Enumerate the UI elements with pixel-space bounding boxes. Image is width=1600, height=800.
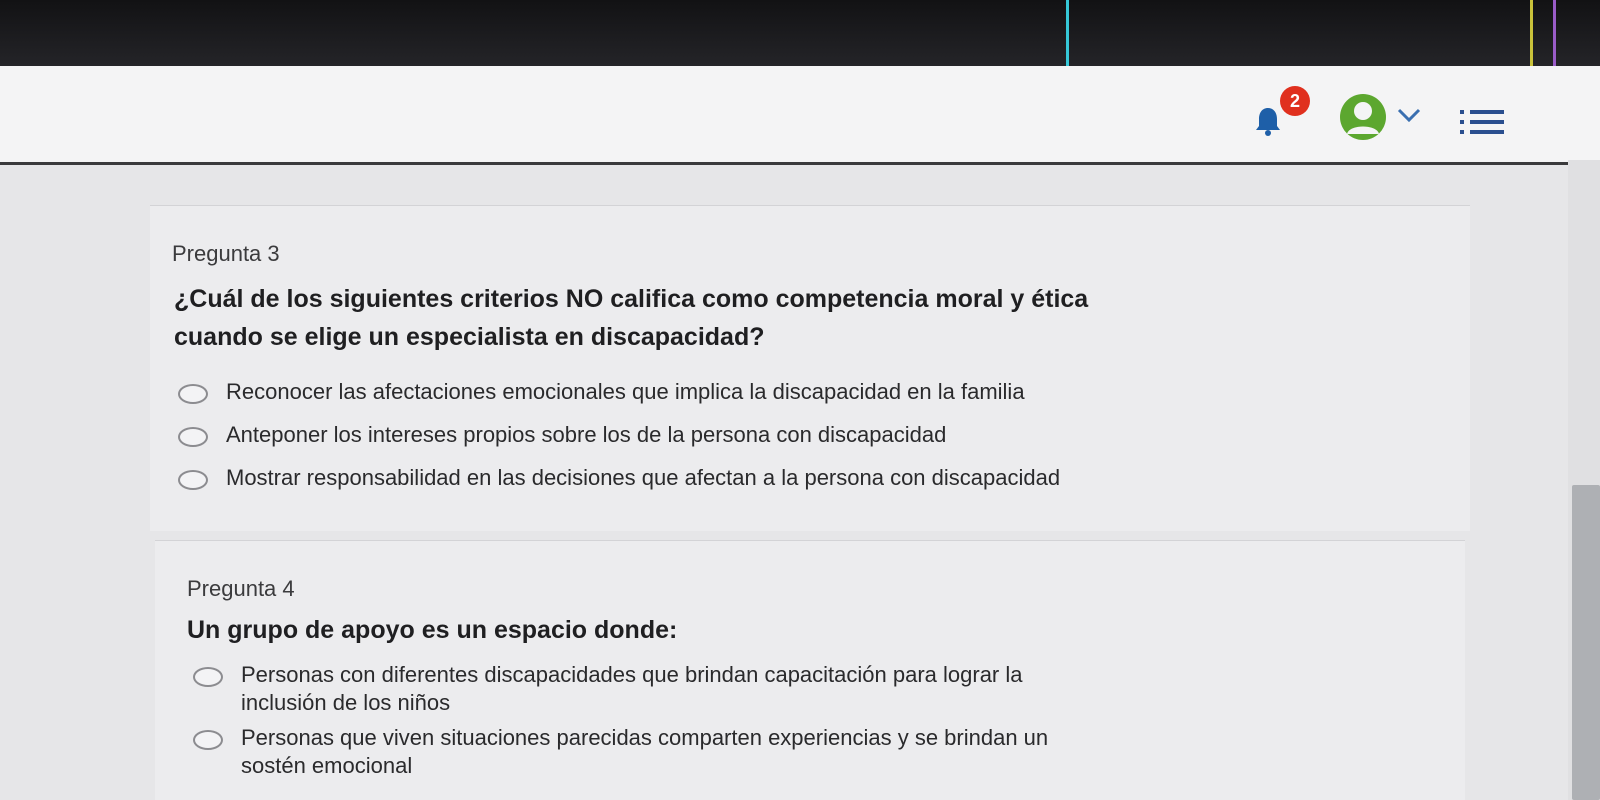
top-bezel — [0, 0, 1600, 66]
option-label: Reconocer las afectaciones emocionales q… — [226, 379, 1025, 404]
top-navbar: 2 — [0, 66, 1600, 165]
screen-artifact-line — [1530, 0, 1533, 70]
radio-button[interactable] — [193, 730, 223, 750]
option-label-line: inclusión de los niños — [241, 690, 451, 715]
option-label-line: Personas que viven situaciones parecidas… — [241, 725, 1049, 750]
screen-artifact-line — [1553, 0, 1556, 70]
answer-option[interactable]: Personas con diferentes discapacidades q… — [193, 661, 1023, 717]
question-text-line: ¿Cuál de los siguientes criterios NO cal… — [174, 285, 1089, 313]
user-avatar-icon[interactable] — [1340, 94, 1386, 140]
question-number: Pregunta 4 — [187, 576, 295, 601]
question-number: Pregunta 3 — [172, 241, 280, 266]
list-menu-icon[interactable] — [1460, 108, 1506, 136]
answer-option[interactable]: Anteponer los intereses propios sobre lo… — [178, 421, 946, 449]
question-card: Pregunta 3 ¿Cuál de los siguientes crite… — [150, 205, 1470, 531]
answer-option[interactable]: Mostrar responsabilidad en las decisione… — [178, 464, 1060, 492]
answer-option[interactable]: Reconocer las afectaciones emocionales q… — [178, 378, 1025, 406]
bell-icon[interactable] — [1254, 106, 1282, 136]
option-label: Personas que viven situaciones parecidas… — [241, 724, 1048, 780]
option-label-line: Personas con diferentes discapacidades q… — [241, 662, 1023, 687]
radio-button[interactable] — [178, 470, 208, 490]
screen-artifact-line — [1066, 0, 1069, 70]
radio-button[interactable] — [178, 384, 208, 404]
notification-badge: 2 — [1280, 86, 1310, 116]
question-card: Pregunta 4 Un grupo de apoyo es un espac… — [155, 540, 1465, 800]
scrollbar-thumb[interactable] — [1572, 485, 1600, 800]
option-label: Mostrar responsabilidad en las decisione… — [226, 465, 1061, 490]
option-label: Personas con diferentes discapacidades q… — [241, 661, 1023, 717]
option-label: Anteponer los intereses propios sobre lo… — [226, 422, 947, 447]
option-label-line: sostén emocional — [241, 753, 413, 778]
question-text-line: Un grupo de apoyo es un espacio donde: — [187, 616, 678, 644]
answer-option[interactable]: Personas que viven situaciones parecidas… — [193, 724, 1048, 780]
screen-frame: 2 Pregunta 3 ¿Cuál de los siguientes cri… — [0, 0, 1600, 800]
question-text-line: cuando se elige un especialista en disca… — [174, 323, 765, 351]
quiz-content: Pregunta 3 ¿Cuál de los siguientes crite… — [0, 165, 1600, 800]
chevron-down-icon[interactable] — [1396, 104, 1422, 126]
radio-button[interactable] — [178, 427, 208, 447]
radio-button[interactable] — [193, 667, 223, 687]
